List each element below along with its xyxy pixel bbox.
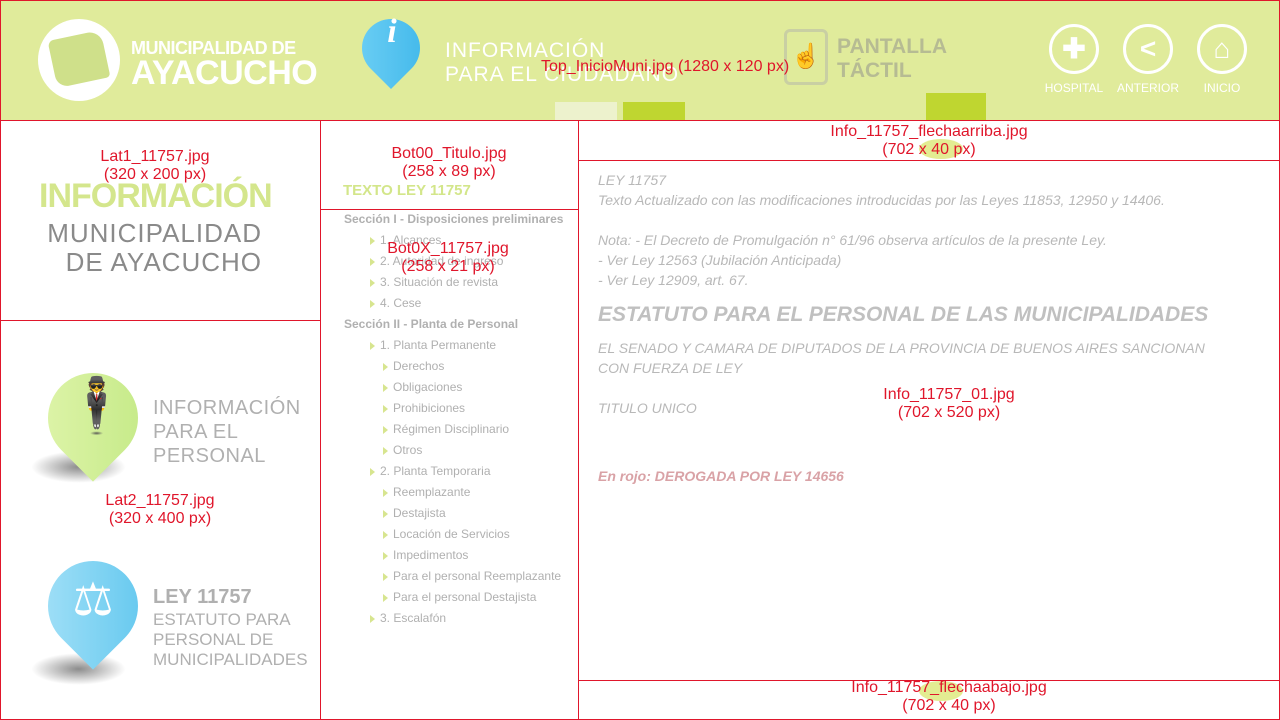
law-number: LEY 11757: [598, 172, 666, 188]
lat1-panel: Lat1_11757.jpg (320 x 200 px) INFORMACIÓ…: [0, 120, 321, 321]
menu-item-label: 2. Planta Temporaria: [380, 464, 491, 478]
menu-item-label: Para el personal Reemplazante: [393, 569, 562, 583]
top-header: MUNICIPALIDAD DE AYACUCHO i INFORMACIÓN …: [0, 0, 1280, 121]
ley-title[interactable]: LEY 11757: [153, 586, 252, 609]
menu-item-label: Obligaciones: [393, 380, 463, 394]
pantalla-tactil-label: PANTALLA TÁCTIL: [837, 35, 948, 82]
tab-indicator-touch: [926, 93, 986, 121]
tab-indicator-active: [623, 102, 685, 121]
menu-item-label: 3. Escalafón: [380, 611, 447, 625]
person-icon: 🕴: [63, 376, 131, 436]
arrow-right-icon: [383, 552, 388, 560]
lat1-title: INFORMACIÓN: [39, 177, 273, 215]
menu-item-label: Impedimentos: [393, 548, 469, 562]
ley-subtitle: ESTATUTO PARA PERSONAL DE MUNICIPALIDADE…: [153, 610, 308, 669]
tab-indicator-light: [555, 102, 617, 121]
menu-item[interactable]: Impedimentos: [321, 545, 577, 566]
info-i-icon: i: [387, 13, 397, 50]
law-derogada-note: En rojo: DEROGADA POR LEY 14656: [598, 468, 844, 484]
law-nota-3: - Ver Ley 12909, art. 67.: [598, 272, 749, 288]
arrow-right-icon: [383, 447, 388, 455]
arrow-right-icon: [370, 342, 375, 350]
menu-item[interactable]: 3. Escalafón: [321, 608, 577, 629]
lat1-subtitle: MUNICIPALIDAD DE AYACUCHO: [47, 218, 262, 277]
law-titulo: TITULO UNICO: [598, 400, 697, 416]
scales-icon: ⚖: [72, 573, 114, 625]
arrow-right-icon: [370, 615, 375, 623]
menu-item[interactable]: Prohibiciones: [321, 398, 577, 419]
info-personal-link[interactable]: INFORMACIÓN PARA EL PERSONAL: [153, 396, 301, 468]
menu-item[interactable]: Otros: [321, 440, 577, 461]
menu-item-label: Para el personal Destajista: [393, 590, 537, 604]
chevron-left-icon: <: [1139, 33, 1157, 64]
menu-item-label: Régimen Disciplinario: [393, 422, 510, 436]
menu-item[interactable]: Destajista: [321, 503, 577, 524]
menu-item[interactable]: Derechos: [321, 356, 577, 377]
touch-screen-icon: ☝: [784, 29, 828, 85]
scroll-up-panel[interactable]: Info_11757_flechaarriba.jpg (702 x 40 px…: [578, 120, 1280, 161]
law-text: LEY 11757 Texto Actualizado con las modi…: [598, 170, 1258, 486]
menu-item-label: Locación de Servicios: [393, 527, 510, 541]
menu-item-label: Destajista: [393, 506, 446, 520]
menu-item-label: 4. Cese: [380, 296, 422, 310]
arrow-right-icon: [383, 510, 388, 518]
top-annotation: Top_InicioMuni.jpg (1280 x 120 px): [541, 58, 790, 75]
menu-item-label: Sección I - Disposiciones preliminares: [344, 212, 564, 226]
law-heading: ESTATUTO PARA EL PERSONAL DE LAS MUNICIP…: [598, 303, 1209, 326]
menu-item[interactable]: Régimen Disciplinario: [321, 419, 577, 440]
menu-item[interactable]: 1. Planta Permanente: [321, 335, 577, 356]
menu-item-annotation: Bot0X_11757.jpg (258 x 21 px): [387, 240, 509, 275]
menu-item-label: Otros: [393, 443, 423, 457]
brand-title: MUNICIPALIDAD DE AYACUCHO: [131, 38, 318, 92]
anterior-button[interactable]: <: [1123, 24, 1173, 74]
arrow-right-icon: [383, 405, 388, 413]
menu-item-label: Prohibiciones: [393, 401, 466, 415]
arrow-up-annotation: Info_11757_flechaarriba.jpg (702 x 40 px…: [830, 123, 1028, 158]
law-nota: Nota: - El Decreto de Promulgación n° 61…: [598, 232, 1107, 248]
law-update-note: Texto Actualizado con las modificaciones…: [598, 192, 1165, 208]
hospital-label: HOSPITAL: [1044, 81, 1104, 95]
menu-item-label: Derechos: [393, 359, 445, 373]
arrow-right-icon: [383, 363, 388, 371]
menu-item[interactable]: Locación de Servicios: [321, 524, 577, 545]
municipality-logo: [38, 19, 120, 101]
arrow-right-icon: [383, 489, 388, 497]
law-nota-2: - Ver Ley 12563 (Jubilación Anticipada): [598, 252, 842, 268]
scroll-down-panel[interactable]: Info_11757_flechaabajo.jpg (702 x 40 px): [578, 679, 1280, 720]
arrow-right-icon: [370, 468, 375, 476]
arrow-down-annotation: Info_11757_flechaabajo.jpg (702 x 40 px): [851, 679, 1047, 714]
hospital-button[interactable]: ✚: [1049, 24, 1099, 74]
menu-item-label: 1. Planta Permanente: [380, 338, 497, 352]
anterior-label: ANTERIOR: [1116, 81, 1179, 95]
lat2-annotation: Lat2_11757.jpg (320 x 400 px): [105, 492, 215, 527]
menu-item-label: Reemplazante: [393, 485, 471, 499]
law-senado: EL SENADO Y CAMARA DE DIPUTADOS DE LA PR…: [598, 340, 1205, 376]
menu-item-label: Sección II - Planta de Personal: [344, 317, 519, 331]
arrow-right-icon: [383, 531, 388, 539]
menu-item[interactable]: Reemplazante: [321, 482, 577, 503]
inicio-label: INICIO: [1203, 81, 1241, 95]
arrow-right-icon: [383, 426, 388, 434]
menu-item[interactable]: Sección II - Planta de Personal: [321, 314, 577, 335]
inicio-button[interactable]: ⌂: [1197, 24, 1247, 74]
home-icon: ⌂: [1213, 33, 1231, 64]
menu-title: TEXTO LEY 11757: [343, 182, 471, 199]
arrow-right-icon: [370, 279, 375, 287]
menu-item[interactable]: Para el personal Destajista: [321, 587, 577, 608]
arrow-right-icon: [383, 384, 388, 392]
menu-item[interactable]: 4. Cese: [321, 293, 577, 314]
lat2-panel: 🕴 INFORMACIÓN PARA EL PERSONAL Lat2_1175…: [0, 320, 321, 720]
menu-item[interactable]: Sección I - Disposiciones preliminares: [321, 209, 577, 230]
menu-item[interactable]: Para el personal Reemplazante: [321, 566, 577, 587]
menu-title-annotation: Bot00_Titulo.jpg (258 x 89 px): [391, 145, 507, 180]
arrow-right-icon: [383, 594, 388, 602]
arrow-right-icon: [383, 573, 388, 581]
arrow-right-icon: [370, 300, 375, 308]
menu-item[interactable]: Obligaciones: [321, 377, 577, 398]
menu-item[interactable]: 2. Planta Temporaria: [321, 461, 577, 482]
